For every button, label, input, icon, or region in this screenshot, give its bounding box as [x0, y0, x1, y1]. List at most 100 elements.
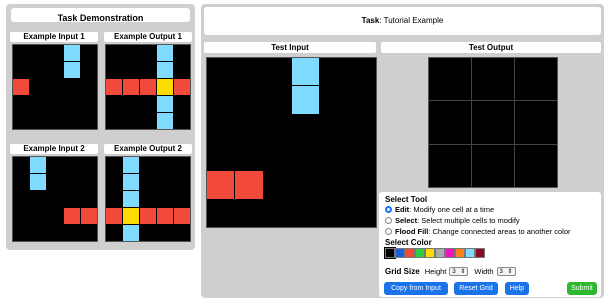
grid-cell — [174, 96, 190, 112]
edit-radio[interactable] — [385, 206, 392, 213]
grid-cell — [81, 208, 97, 224]
height-label: Height — [424, 267, 447, 276]
grid-cell — [235, 58, 263, 86]
color-swatch[interactable] — [415, 248, 425, 258]
color-swatch[interactable] — [475, 248, 485, 258]
test-output-grid[interactable] — [428, 57, 558, 188]
grid-cell — [81, 113, 97, 129]
example-output-1-label: Example Output 1 — [104, 32, 192, 42]
grid-cell — [320, 58, 348, 86]
help-button[interactable]: Help — [505, 282, 529, 295]
grid-cell — [140, 157, 156, 173]
grid-cell — [174, 208, 190, 224]
grid-cell — [13, 208, 29, 224]
tool-panel: Select Tool Edit: Modify one cell at a t… — [379, 192, 601, 297]
grid-cell — [13, 45, 29, 61]
color-swatch[interactable] — [405, 248, 415, 258]
color-swatch[interactable] — [384, 247, 396, 259]
grid-cell[interactable] — [472, 58, 514, 101]
color-swatch[interactable] — [465, 248, 475, 258]
copy-from-input-button[interactable]: Copy from Input — [384, 282, 448, 295]
grid-cell — [320, 86, 348, 114]
grid-cell — [348, 58, 376, 86]
grid-cell — [30, 208, 46, 224]
grid-cell — [174, 225, 190, 241]
grid-cell — [292, 199, 320, 227]
grid-cell[interactable] — [515, 144, 557, 187]
task-title-name: : Tutorial Example — [379, 16, 444, 25]
grid-cell — [320, 171, 348, 199]
grid-cell[interactable] — [515, 101, 557, 144]
grid-cell — [47, 208, 63, 224]
grid-cell[interactable] — [429, 58, 471, 101]
grid-cell — [47, 174, 63, 190]
grid-cell[interactable] — [429, 101, 471, 144]
select-color-heading: Select Color — [385, 238, 432, 247]
grid-cell — [64, 45, 80, 61]
color-swatch[interactable] — [455, 248, 465, 258]
grid-cell — [13, 96, 29, 112]
tool-option-select[interactable]: Select: Select multiple cells to modify — [385, 216, 520, 225]
grid-cell — [30, 113, 46, 129]
demo-title: Task Demonstration — [57, 13, 144, 23]
grid-cell — [235, 171, 263, 199]
grid-cell — [30, 96, 46, 112]
grid-cell — [263, 143, 291, 171]
tool-desc-flood-fill: : Change connected areas to another colo… — [428, 227, 571, 236]
grid-cell — [64, 191, 80, 207]
flood-fill-radio[interactable] — [385, 228, 392, 235]
grid-cell — [123, 225, 139, 241]
test-output-label: Test Output — [381, 42, 601, 53]
grid-cell — [123, 113, 139, 129]
grid-cell — [207, 143, 235, 171]
grid-cell — [174, 174, 190, 190]
grid-cell — [263, 86, 291, 114]
task-title: Task: Tutorial Example — [362, 16, 444, 25]
grid-cell — [30, 191, 46, 207]
tool-option-edit[interactable]: Edit: Modify one cell at a time — [385, 205, 494, 214]
grid-cell — [81, 96, 97, 112]
color-swatch[interactable] — [445, 248, 455, 258]
grid-cell — [157, 62, 173, 78]
grid-cell — [13, 191, 29, 207]
grid-cell — [235, 143, 263, 171]
grid-cell — [348, 143, 376, 171]
grid-cell — [235, 199, 263, 227]
grid-cell[interactable] — [429, 144, 471, 187]
submit-button[interactable]: Submit — [567, 282, 597, 295]
grid-cell — [64, 174, 80, 190]
example-input-2-grid — [12, 156, 98, 242]
grid-cell — [263, 171, 291, 199]
grid-cell — [235, 114, 263, 142]
stepper-arrows-icon: ⇕ — [460, 269, 466, 275]
grid-cell — [81, 45, 97, 61]
height-stepper[interactable]: 3 ⇕ — [449, 267, 469, 276]
grid-cell — [30, 174, 46, 190]
grid-cell[interactable] — [472, 101, 514, 144]
grid-cell — [140, 96, 156, 112]
reset-grid-button[interactable]: Reset Grid — [454, 282, 498, 295]
tool-desc-edit: : Modify one cell at a time — [409, 205, 495, 214]
grid-cell — [263, 114, 291, 142]
grid-cell[interactable] — [515, 58, 557, 101]
grid-cell — [47, 62, 63, 78]
width-stepper[interactable]: 3 ⇕ — [496, 267, 516, 276]
grid-cell — [47, 113, 63, 129]
color-swatch[interactable] — [395, 248, 405, 258]
example-input-1-label: Example Input 1 — [10, 32, 98, 42]
grid-cell — [174, 191, 190, 207]
example-input-2-label: Example Input 2 — [10, 144, 98, 154]
grid-cell — [30, 62, 46, 78]
select-radio[interactable] — [385, 217, 392, 224]
color-swatch[interactable] — [425, 248, 435, 258]
grid-cell — [140, 45, 156, 61]
grid-cell — [207, 114, 235, 142]
grid-cell — [140, 79, 156, 95]
tool-option-flood-fill[interactable]: Flood Fill: Change connected areas to an… — [385, 227, 571, 236]
grid-cell — [30, 79, 46, 95]
grid-cell — [123, 79, 139, 95]
grid-cell[interactable] — [472, 144, 514, 187]
grid-cell — [47, 191, 63, 207]
color-swatch[interactable] — [435, 248, 445, 258]
grid-cell — [64, 79, 80, 95]
